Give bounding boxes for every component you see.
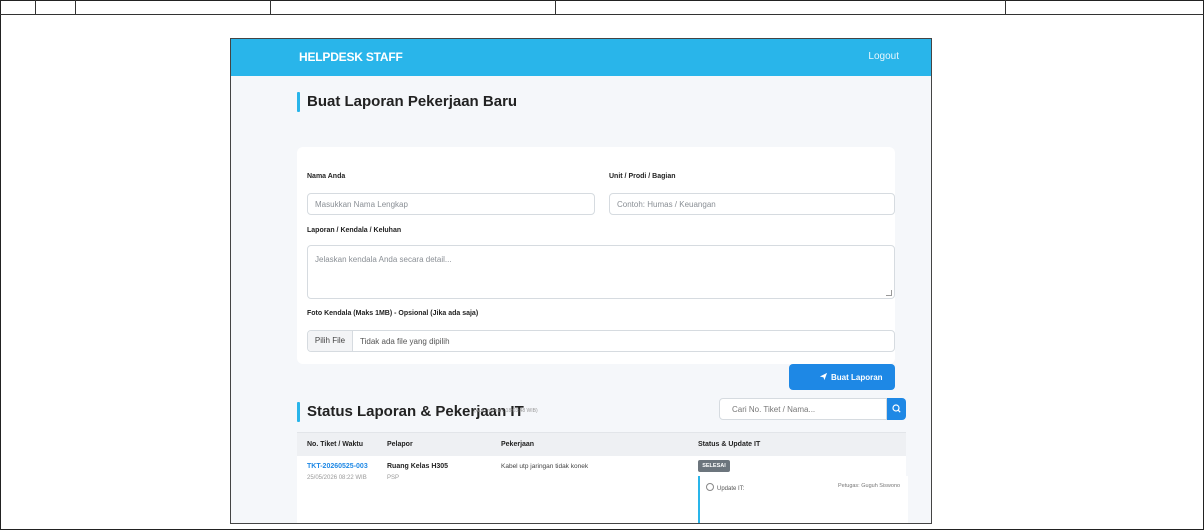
unit-label: Unit / Prodi / Bagian bbox=[609, 173, 676, 180]
logout-link[interactable]: Logout bbox=[868, 51, 899, 62]
update-label: Update IT: bbox=[706, 483, 744, 492]
update-label-text: Update IT: bbox=[717, 486, 745, 492]
col-reporter: Pelapor bbox=[387, 441, 413, 448]
name-input[interactable]: Masukkan Nama Lengkap bbox=[307, 193, 595, 215]
status-badge: SELESAI bbox=[698, 460, 730, 472]
top-divider bbox=[35, 0, 36, 14]
search-input[interactable]: Cari No. Tiket / Nama... bbox=[719, 398, 887, 420]
report-form-card: Nama Anda Masukkan Nama Lengkap Unit / P… bbox=[297, 147, 895, 390]
paper-plane-icon bbox=[819, 372, 828, 381]
name-label: Nama Anda bbox=[307, 173, 346, 180]
ticket-number[interactable]: TKT-20260525-003 bbox=[307, 463, 368, 470]
clock-icon bbox=[706, 483, 714, 491]
top-divider bbox=[270, 0, 271, 14]
search-icon bbox=[892, 404, 901, 413]
report-placeholder: Jelaskan kendala Anda secara detail... bbox=[315, 255, 452, 264]
table-row: TKT-20260525-003 25/05/2026 08:22 WIB Ru… bbox=[297, 456, 908, 523]
col-job: Pekerjaan bbox=[501, 441, 535, 448]
reporter-unit: PSP bbox=[387, 475, 400, 481]
top-divider bbox=[75, 0, 76, 14]
choose-file-button[interactable]: Pilih File bbox=[308, 331, 353, 351]
submit-report-button[interactable]: Buat Laporan bbox=[789, 364, 895, 390]
navbar: HELPDESK STAFF Logout bbox=[231, 39, 931, 76]
file-input[interactable]: Pilih File Tidak ada file yang dipilih bbox=[307, 330, 895, 352]
unit-input[interactable]: Contoh: Humas / Keuangan bbox=[609, 193, 895, 215]
form-title: Buat Laporan Pekerjaan Baru bbox=[307, 93, 518, 110]
col-status: Status & Update IT bbox=[698, 441, 761, 448]
unit-placeholder: Contoh: Humas / Keuangan bbox=[617, 200, 716, 209]
reporter-name: Ruang Kelas H305 bbox=[387, 463, 449, 470]
photo-label: Foto Kendala (Maks 1MB) - Opsional (Jika… bbox=[307, 310, 479, 317]
col-ticket: No. Tiket / Waktu bbox=[307, 441, 364, 448]
name-placeholder: Masukkan Nama Lengkap bbox=[315, 200, 408, 209]
submit-label: Buat Laporan bbox=[831, 373, 883, 382]
file-status-text: Tidak ada file yang dipilih bbox=[360, 337, 450, 346]
title-accent-bar bbox=[297, 402, 300, 422]
job-description: Kabel utp jaringan tidak konek bbox=[501, 463, 589, 470]
search-button[interactable] bbox=[887, 398, 906, 420]
brand-title[interactable]: HELPDESK STAFF bbox=[299, 50, 403, 64]
top-strip bbox=[0, 0, 1204, 15]
update-officer: Petugas: Guguh Siswono bbox=[838, 483, 901, 489]
title-accent-bar bbox=[297, 92, 300, 112]
report-textarea[interactable]: Jelaskan kendala Anda secara detail... bbox=[307, 245, 895, 299]
report-label: Laporan / Kendala / Keluhan bbox=[307, 227, 402, 234]
search-placeholder: Cari No. Tiket / Nama... bbox=[732, 405, 816, 414]
auto-refresh-text: (Auto refresh: 18:03:48 WIB) bbox=[474, 408, 538, 414]
it-update-box: Update IT: Petugas: Guguh Siswono bbox=[698, 476, 908, 523]
table-header: No. Tiket / Waktu Pelapor Pekerjaan Stat… bbox=[297, 432, 906, 457]
resize-handle[interactable] bbox=[886, 290, 892, 296]
top-divider bbox=[555, 0, 556, 14]
top-divider bbox=[1005, 0, 1006, 14]
browser-viewport: HELPDESK STAFF Logout Buat Laporan Peker… bbox=[230, 38, 932, 524]
ticket-time: 25/05/2026 08:22 WIB bbox=[307, 475, 367, 481]
